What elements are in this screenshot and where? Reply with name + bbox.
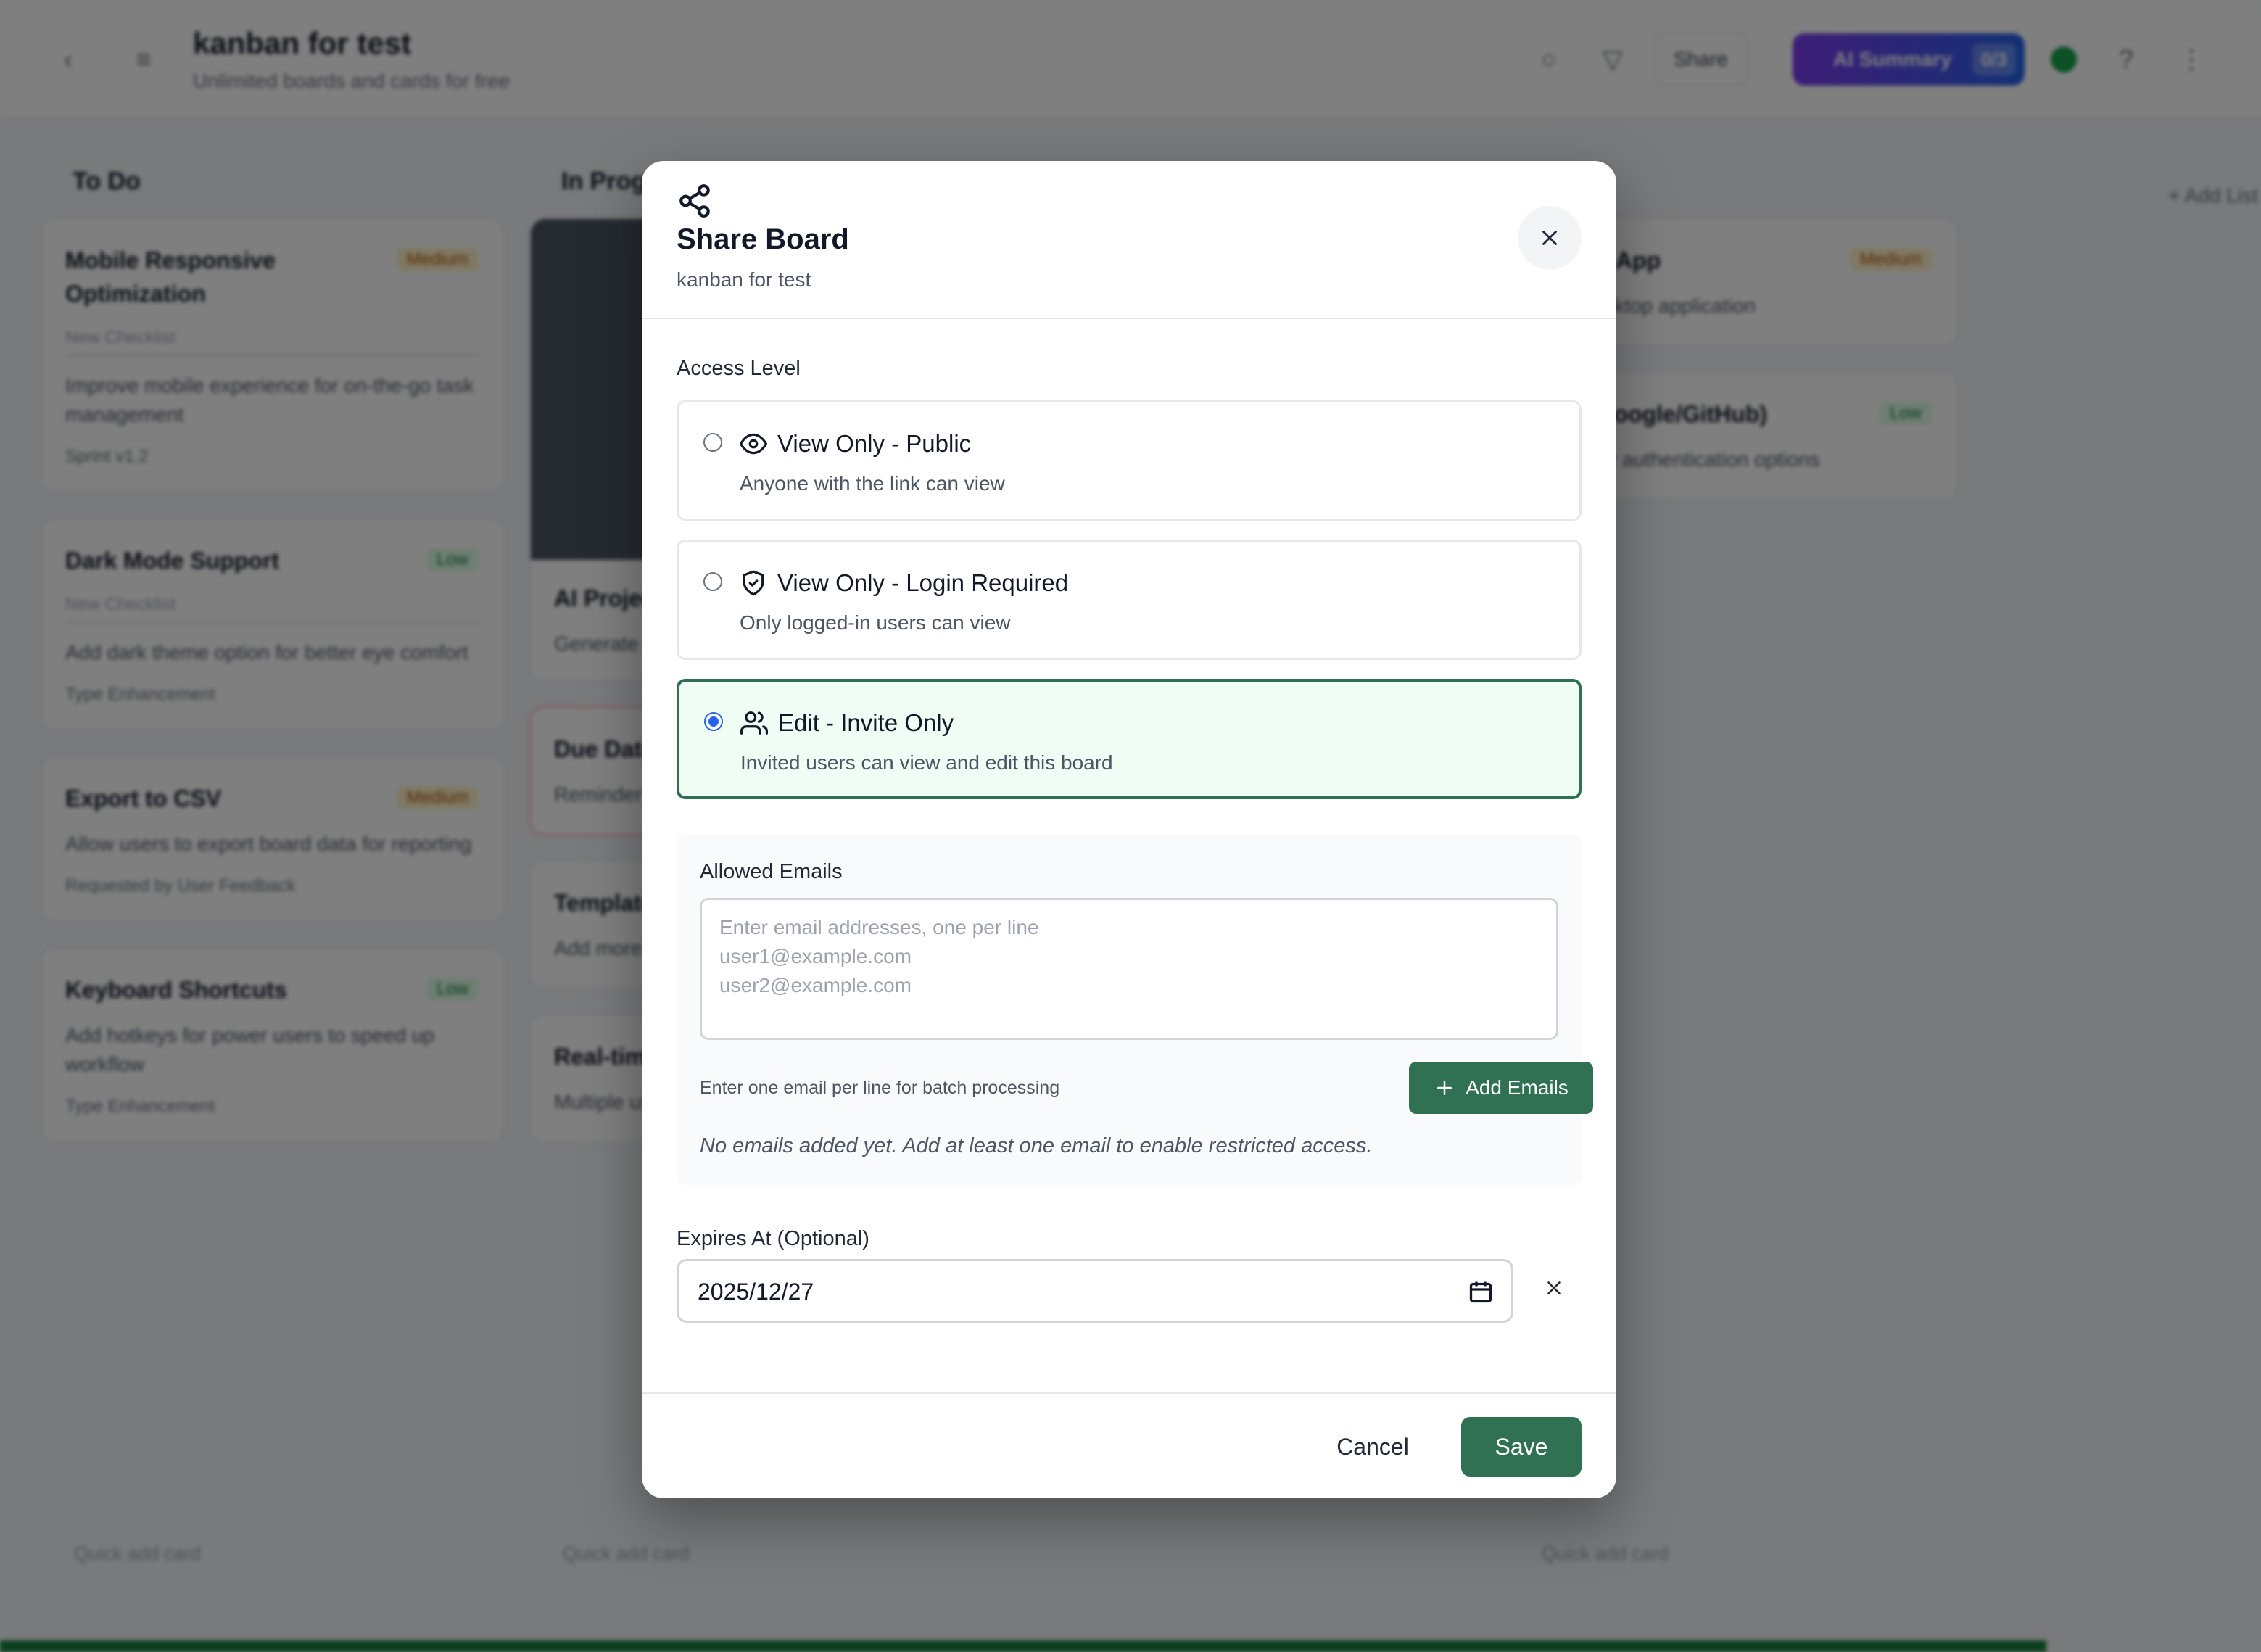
clear-date-button[interactable] — [1538, 1272, 1570, 1304]
option-edit-invite[interactable]: Edit - Invite Only Invited users can vie… — [677, 679, 1582, 799]
dialog-footer-divider — [642, 1392, 1616, 1394]
expires-date-input[interactable]: 2025/12/27 — [677, 1259, 1513, 1323]
option-description: Anyone with the link can view — [740, 472, 1005, 495]
radio-view-public[interactable] — [703, 433, 722, 452]
dialog-header: Share Board kanban for test — [642, 161, 1616, 319]
allowed-emails-panel: Allowed Emails Enter email addresses, on… — [677, 835, 1593, 1185]
share-icon — [679, 184, 710, 218]
access-level-label: Access Level — [677, 357, 801, 380]
close-button[interactable] — [1518, 206, 1582, 270]
shield-check-icon — [743, 570, 764, 596]
option-description: Invited users can view and edit this boa… — [740, 751, 1113, 774]
radio-edit-invite[interactable] — [704, 712, 723, 731]
no-emails-message: No emails added yet. Add at least one em… — [700, 1134, 1373, 1157]
emails-textarea[interactable]: Enter email addresses, one per line user… — [700, 898, 1558, 1040]
plus-icon — [1437, 1081, 1452, 1095]
close-icon — [1542, 231, 1557, 245]
dialog-title: Share Board — [677, 223, 849, 255]
radio-view-login[interactable] — [703, 572, 722, 591]
users-icon — [740, 711, 768, 735]
option-title: View Only - Public — [777, 430, 972, 457]
dialog-subtitle: kanban for test — [677, 268, 811, 291]
calendar-icon[interactable] — [1468, 1279, 1494, 1305]
share-board-dialog: Share Board kanban for test Access Level… — [642, 161, 1616, 1498]
option-title: Edit - Invite Only — [778, 709, 954, 736]
add-emails-label: Add Emails — [1466, 1076, 1568, 1099]
option-view-login[interactable]: View Only - Login Required Only logged-i… — [677, 540, 1582, 660]
allowed-emails-label: Allowed Emails — [700, 860, 843, 883]
save-button[interactable]: Save — [1461, 1417, 1582, 1477]
eye-icon — [740, 433, 767, 455]
option-title: View Only - Login Required — [777, 569, 1069, 596]
expires-date-value: 2025/12/27 — [698, 1279, 814, 1305]
add-emails-button[interactable]: Add Emails — [1409, 1062, 1593, 1114]
expires-label: Expires At (Optional) — [677, 1227, 869, 1250]
close-icon — [1547, 1281, 1561, 1294]
option-view-public[interactable]: View Only - Public Anyone with the link … — [677, 400, 1582, 521]
cancel-button[interactable]: Cancel — [1329, 1418, 1416, 1475]
option-description: Only logged-in users can view — [740, 611, 1011, 634]
emails-hint: Enter one email per line for batch proce… — [700, 1078, 1060, 1098]
